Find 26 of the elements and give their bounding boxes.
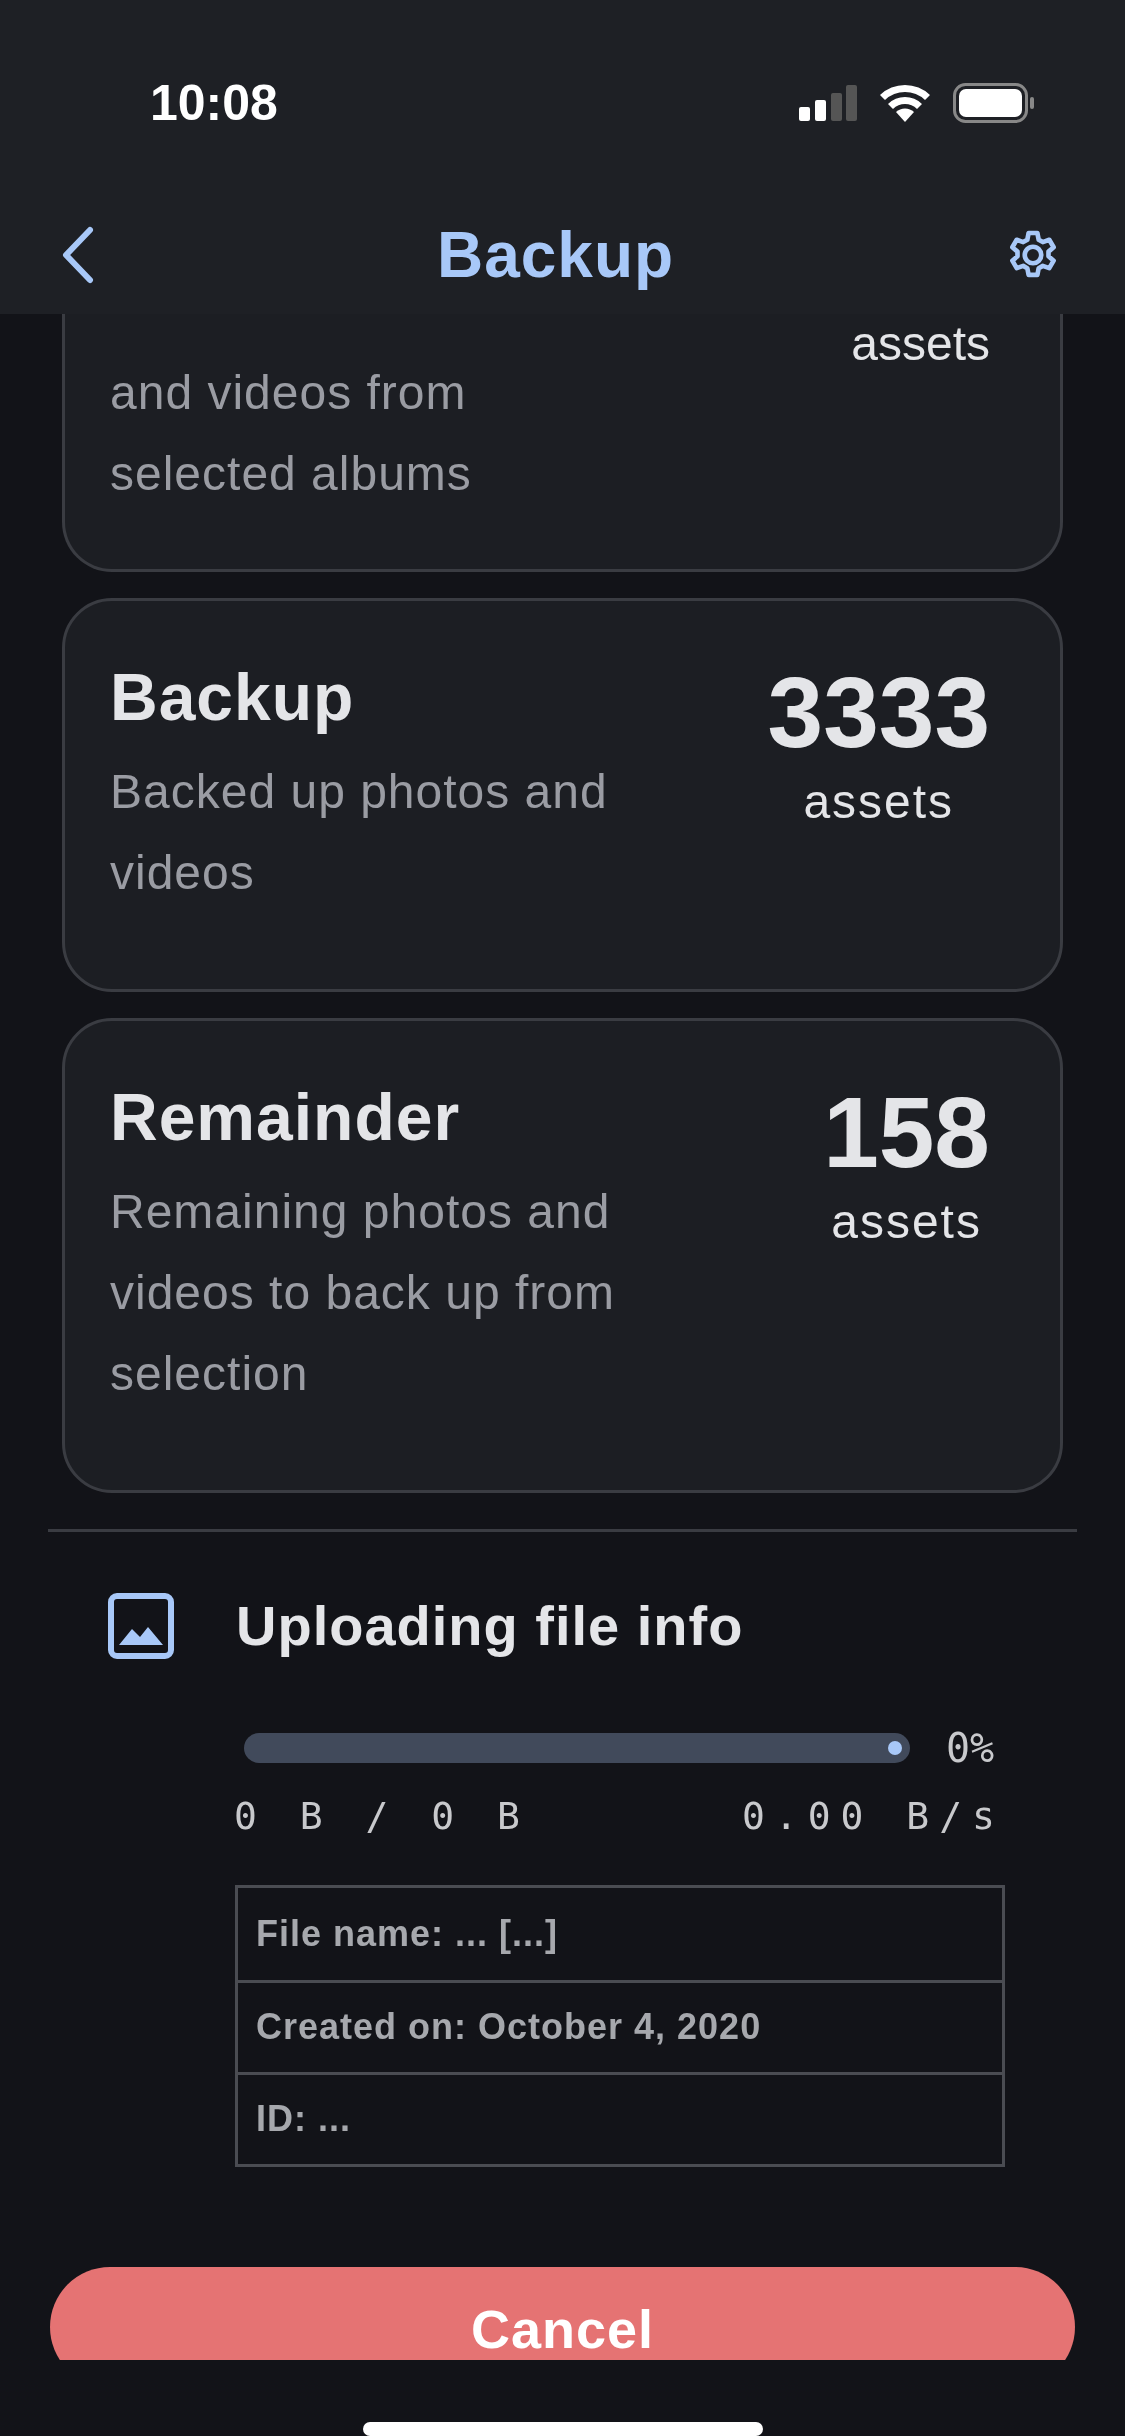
image-icon	[108, 1592, 174, 1659]
transferred-size: 0 B / 0 B	[234, 1792, 530, 1840]
card-title: Backup	[110, 658, 356, 736]
stop-indicator-icon	[888, 1740, 902, 1755]
table-cell: Created on: October 4, 2020	[238, 1979, 1002, 2072]
card-description: and videos from selected albums	[110, 364, 473, 502]
card-title: Remainder	[110, 1078, 462, 1156]
page-title: Backup	[436, 218, 675, 294]
table-cell-text: File name: ... [...]	[255, 1911, 560, 1956]
table-cell: ID: ...	[238, 2071, 1002, 2164]
asset-unit: assets	[831, 1193, 982, 1250]
asset-count: 158	[823, 1076, 990, 1187]
cancel-button[interactable]: Cancel	[50, 2266, 1075, 2360]
battery-icon	[953, 83, 1035, 124]
progress-percent: 0%	[946, 1723, 995, 1773]
card-description: Remaining photos and videos to back up from selection	[110, 1183, 616, 1402]
back-icon	[60, 226, 96, 285]
upload-title: Uploading file info	[236, 1592, 744, 1659]
asset-unit: assets	[803, 773, 955, 830]
wifi-icon	[879, 84, 931, 123]
status-time: 10:08	[150, 73, 278, 133]
card-description: Backed up photos and videos	[110, 763, 609, 901]
signal-icon	[799, 85, 857, 122]
asset-unit: assets	[851, 315, 990, 372]
asset-count: 3333	[767, 656, 990, 767]
upload-speed: 0.00 B/s	[741, 1792, 1005, 1840]
